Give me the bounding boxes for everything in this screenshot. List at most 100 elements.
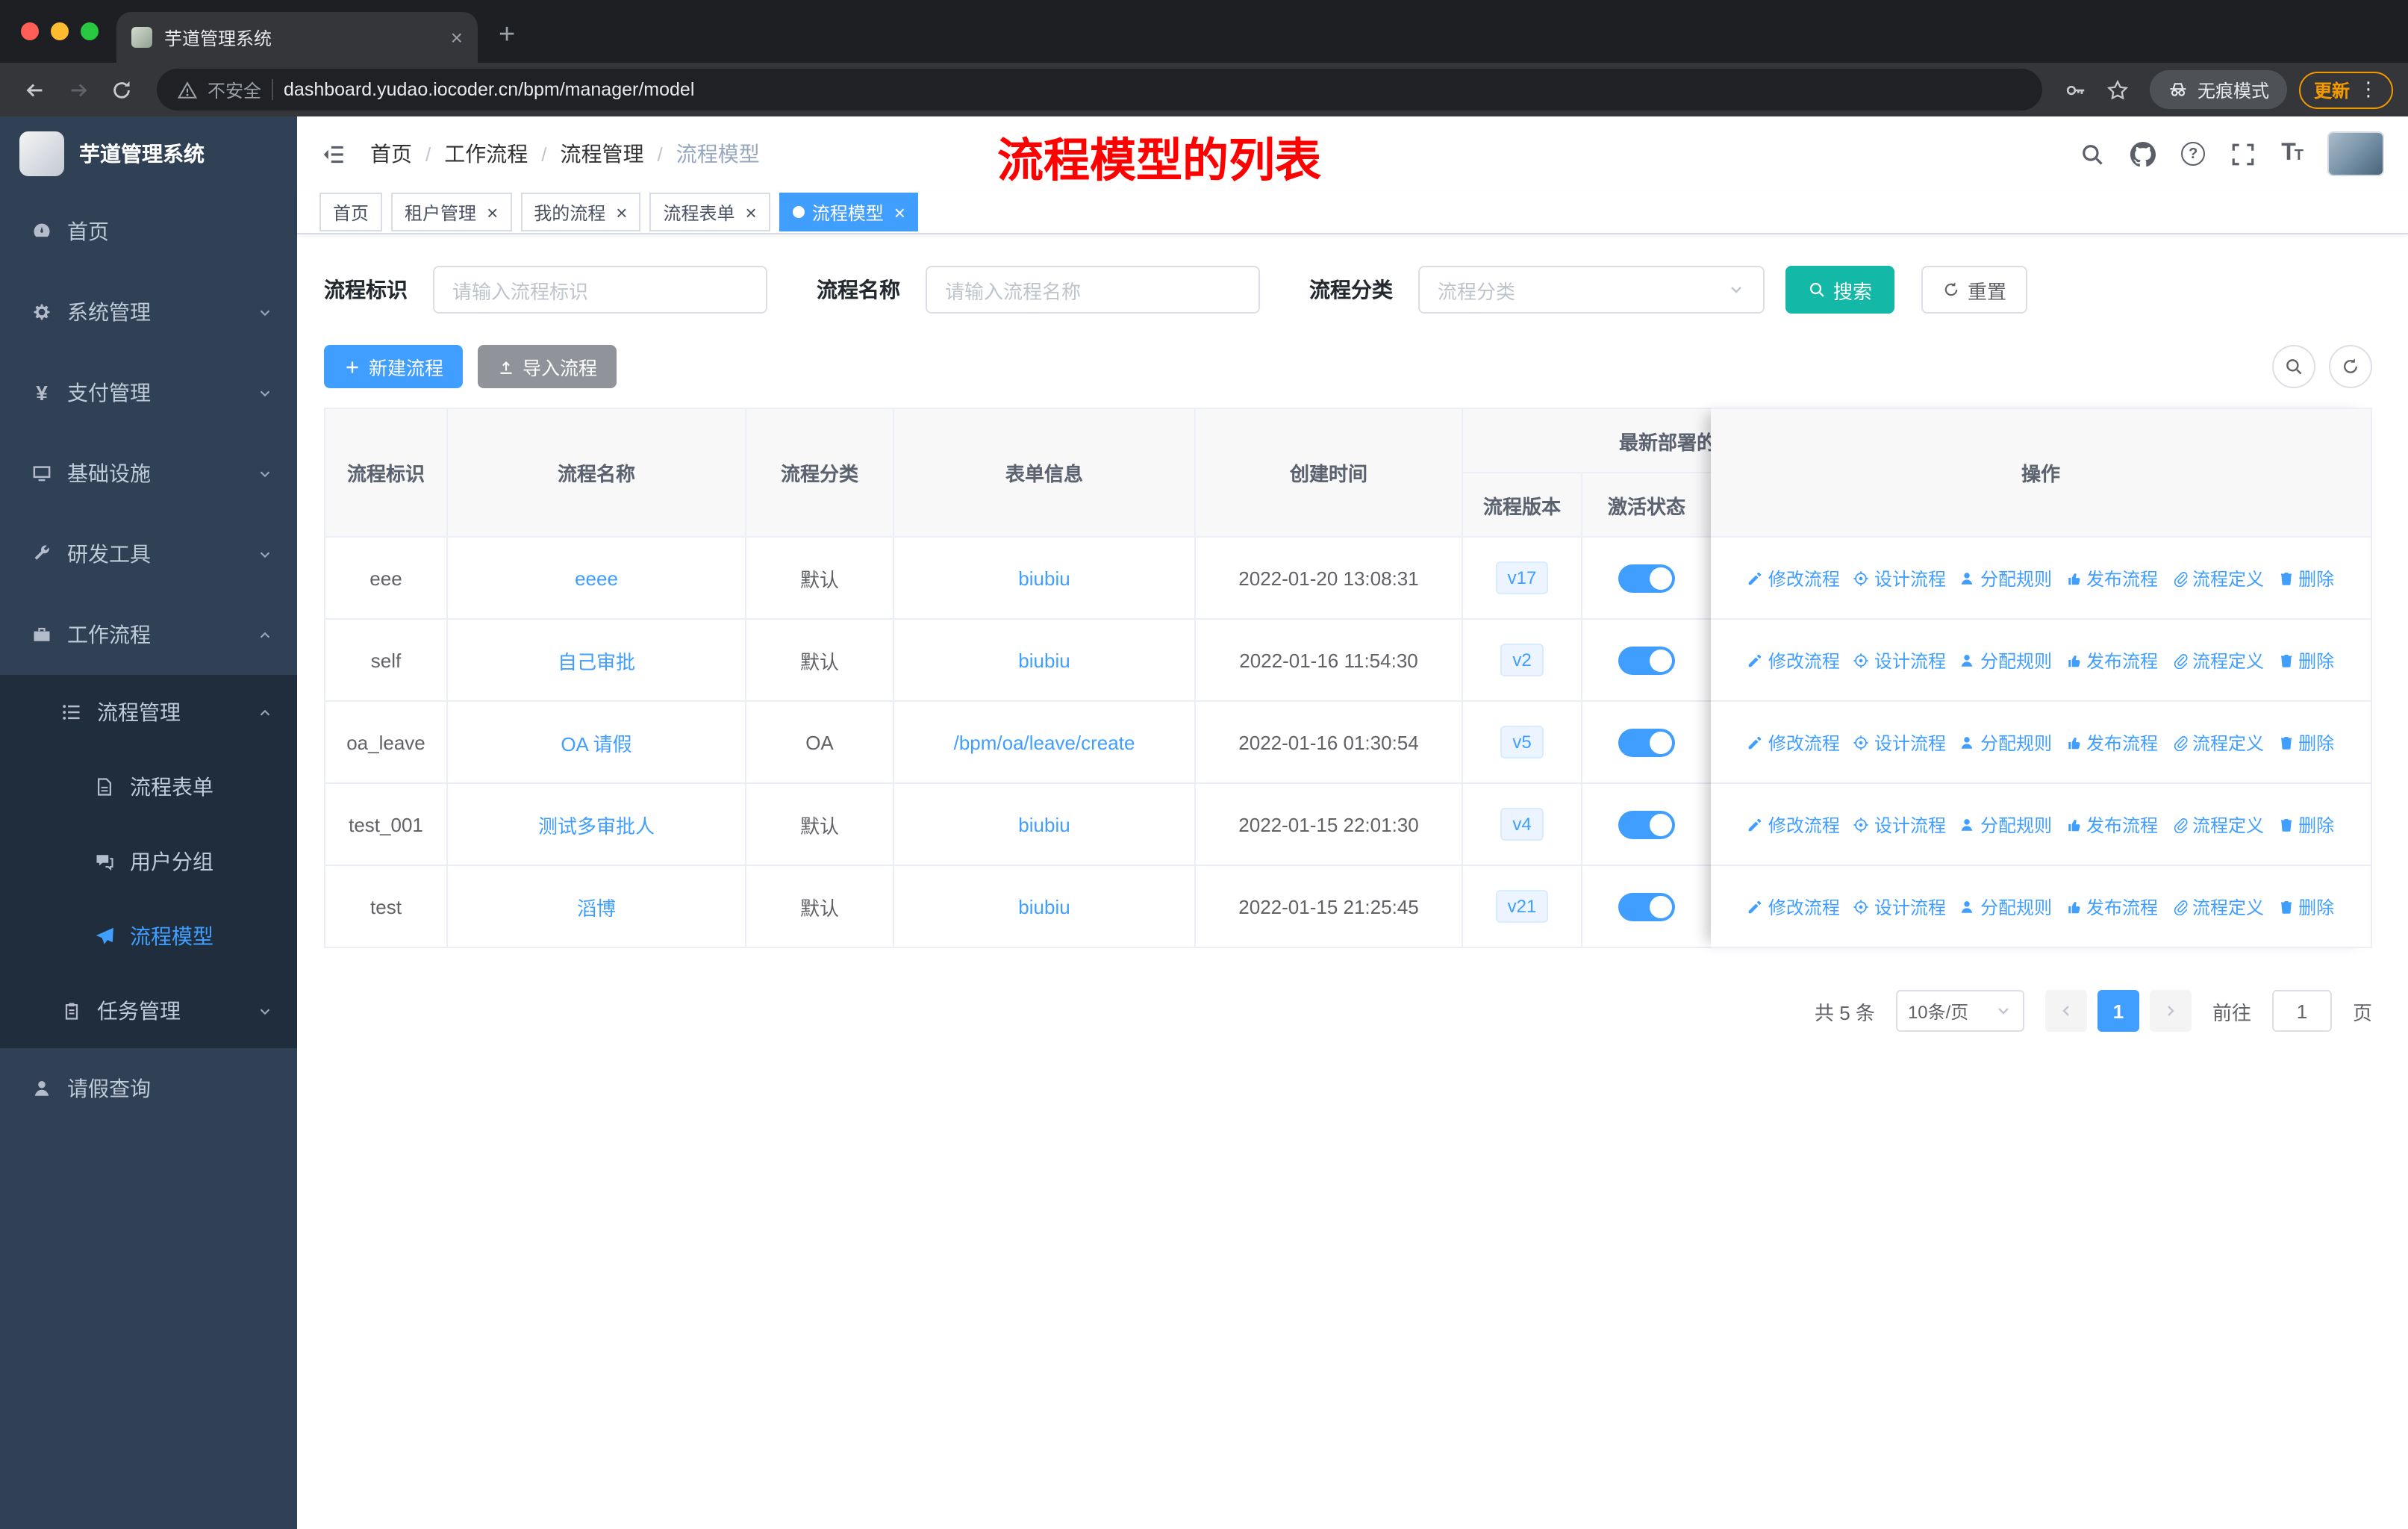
form-info-link[interactable]: /bpm/oa/leave/create (954, 731, 1135, 753)
definition-action-link[interactable]: 流程定义 (2171, 729, 2264, 755)
text-input[interactable]: 请输入流程名称 (926, 266, 1260, 314)
tag-流程表单[interactable]: 流程表单 × (649, 193, 770, 231)
assign-action-link[interactable]: 分配规则 (1959, 729, 2052, 755)
text-input[interactable]: 请输入流程标识 (433, 266, 767, 314)
publish-action-link[interactable]: 发布流程 (2065, 647, 2158, 673)
status-toggle[interactable] (1618, 892, 1675, 921)
edit-action-link[interactable]: 修改流程 (1747, 565, 1840, 591)
tag-我的流程[interactable]: 我的流程 × (520, 193, 641, 231)
close-icon[interactable]: × (616, 202, 627, 222)
sidebar-item-2[interactable]: ¥ 支付管理 (0, 352, 297, 433)
page-number-1[interactable]: 1 (2097, 990, 2139, 1032)
status-toggle[interactable] (1618, 646, 1675, 674)
delete-action-link[interactable]: 删除 (2277, 812, 2334, 837)
password-key-icon[interactable] (2057, 78, 2096, 101)
design-action-link[interactable]: 设计流程 (1853, 729, 1946, 755)
sidebar-item-4[interactable]: 研发工具 (0, 514, 297, 594)
breadcrumb-item[interactable]: 首页 (370, 139, 412, 169)
process-name-link[interactable]: eeee (575, 567, 618, 589)
design-action-link[interactable]: 设计流程 (1853, 894, 1946, 919)
edit-action-link[interactable]: 修改流程 (1747, 729, 1840, 755)
reset-button[interactable]: 重置 (1921, 266, 2028, 314)
sidebar-item-6[interactable]: 流程管理 (0, 675, 297, 750)
close-window-button[interactable] (21, 22, 39, 40)
edit-action-link[interactable]: 修改流程 (1747, 894, 1840, 919)
delete-action-link[interactable]: 删除 (2277, 729, 2334, 755)
tag-流程模型[interactable]: 流程模型 × (779, 193, 919, 231)
form-info-link[interactable]: biubiu (1018, 895, 1070, 918)
form-info-link[interactable]: biubiu (1018, 813, 1070, 835)
edit-action-link[interactable]: 修改流程 (1747, 812, 1840, 837)
assign-action-link[interactable]: 分配规则 (1959, 565, 2052, 591)
reload-icon[interactable] (102, 69, 142, 110)
fullscreen-icon[interactable] (2230, 141, 2256, 166)
status-toggle[interactable] (1618, 728, 1675, 756)
search-button[interactable]: 搜索 (1785, 266, 1895, 314)
process-name-link[interactable]: 滔博 (577, 897, 616, 919)
help-icon[interactable]: ? (2181, 142, 2206, 166)
minimize-window-button[interactable] (51, 22, 69, 40)
sidebar-toggle-icon[interactable] (321, 141, 346, 166)
tag-租户管理[interactable]: 租户管理 × (391, 193, 512, 231)
sidebar-item-1[interactable]: 系统管理 (0, 272, 297, 352)
assign-action-link[interactable]: 分配规则 (1959, 812, 2052, 837)
browser-menu-icon[interactable]: ⋮ (2359, 78, 2378, 102)
delete-action-link[interactable]: 删除 (2277, 565, 2334, 591)
address-bar[interactable]: 不安全 dashboard.yudao.iocoder.cn/bpm/manag… (157, 69, 2042, 110)
assign-action-link[interactable]: 分配规则 (1959, 647, 2052, 673)
next-page-button[interactable] (2149, 990, 2192, 1032)
sidebar-item-0[interactable]: 首页 (0, 191, 297, 272)
sidebar-item-5[interactable]: 工作流程 (0, 594, 297, 675)
breadcrumb-item[interactable]: 工作流程 (444, 139, 528, 169)
sidebar-item-3[interactable]: 基础设施 (0, 433, 297, 514)
new-tab-button[interactable]: + (499, 19, 515, 52)
create-process-button[interactable]: 新建流程 (324, 345, 464, 388)
breadcrumb-item[interactable]: 流程管理 (561, 139, 644, 169)
sidebar-item-8[interactable]: 用户分组 (0, 824, 297, 899)
github-icon[interactable] (2130, 141, 2156, 166)
forward-icon[interactable] (58, 69, 99, 110)
close-icon[interactable]: × (894, 202, 905, 222)
toggle-search-button[interactable] (2272, 345, 2315, 388)
definition-action-link[interactable]: 流程定义 (2171, 565, 2264, 591)
update-button[interactable]: 更新 ⋮ (2298, 71, 2393, 108)
publish-action-link[interactable]: 发布流程 (2065, 894, 2158, 919)
app-logo[interactable]: 芋道管理系统 (0, 116, 297, 191)
close-icon[interactable]: × (487, 202, 498, 222)
font-size-icon[interactable]: TT (2281, 140, 2303, 167)
user-avatar[interactable] (2327, 131, 2384, 176)
assign-action-link[interactable]: 分配规则 (1959, 894, 2052, 919)
close-icon[interactable]: × (746, 202, 757, 222)
browser-tab[interactable]: 芋道管理系统 × (116, 12, 478, 63)
publish-action-link[interactable]: 发布流程 (2065, 565, 2158, 591)
definition-action-link[interactable]: 流程定义 (2171, 812, 2264, 837)
design-action-link[interactable]: 设计流程 (1853, 647, 1946, 673)
process-name-link[interactable]: OA 请假 (561, 732, 631, 755)
design-action-link[interactable]: 设计流程 (1853, 565, 1946, 591)
design-action-link[interactable]: 设计流程 (1853, 812, 1946, 837)
delete-action-link[interactable]: 删除 (2277, 894, 2334, 919)
goto-page-input[interactable]: 1 (2271, 990, 2332, 1032)
form-info-link[interactable]: biubiu (1018, 567, 1070, 589)
search-icon[interactable] (2080, 141, 2105, 166)
form-info-link[interactable]: biubiu (1018, 649, 1070, 671)
status-toggle[interactable] (1618, 564, 1675, 592)
publish-action-link[interactable]: 发布流程 (2065, 729, 2158, 755)
page-size-select[interactable]: 10条/页 (1895, 990, 2024, 1032)
delete-action-link[interactable]: 删除 (2277, 647, 2334, 673)
tag-首页[interactable]: 首页 (319, 193, 383, 231)
tab-close-icon[interactable]: × (451, 25, 463, 49)
definition-action-link[interactable]: 流程定义 (2171, 894, 2264, 919)
sidebar-item-11[interactable]: 请假查询 (0, 1048, 297, 1129)
publish-action-link[interactable]: 发布流程 (2065, 812, 2158, 837)
category-select[interactable]: 流程分类 (1418, 266, 1765, 314)
bookmark-star-icon[interactable] (2099, 78, 2138, 101)
process-name-link[interactable]: 测试多审批人 (538, 815, 655, 837)
definition-action-link[interactable]: 流程定义 (2171, 647, 2264, 673)
process-name-link[interactable]: 自己审批 (558, 650, 635, 673)
edit-action-link[interactable]: 修改流程 (1747, 647, 1840, 673)
import-process-button[interactable]: 导入流程 (478, 345, 617, 388)
sidebar-item-10[interactable]: 任务管理 (0, 974, 297, 1048)
maximize-window-button[interactable] (81, 22, 99, 40)
sidebar-item-7[interactable]: 流程表单 (0, 750, 297, 824)
